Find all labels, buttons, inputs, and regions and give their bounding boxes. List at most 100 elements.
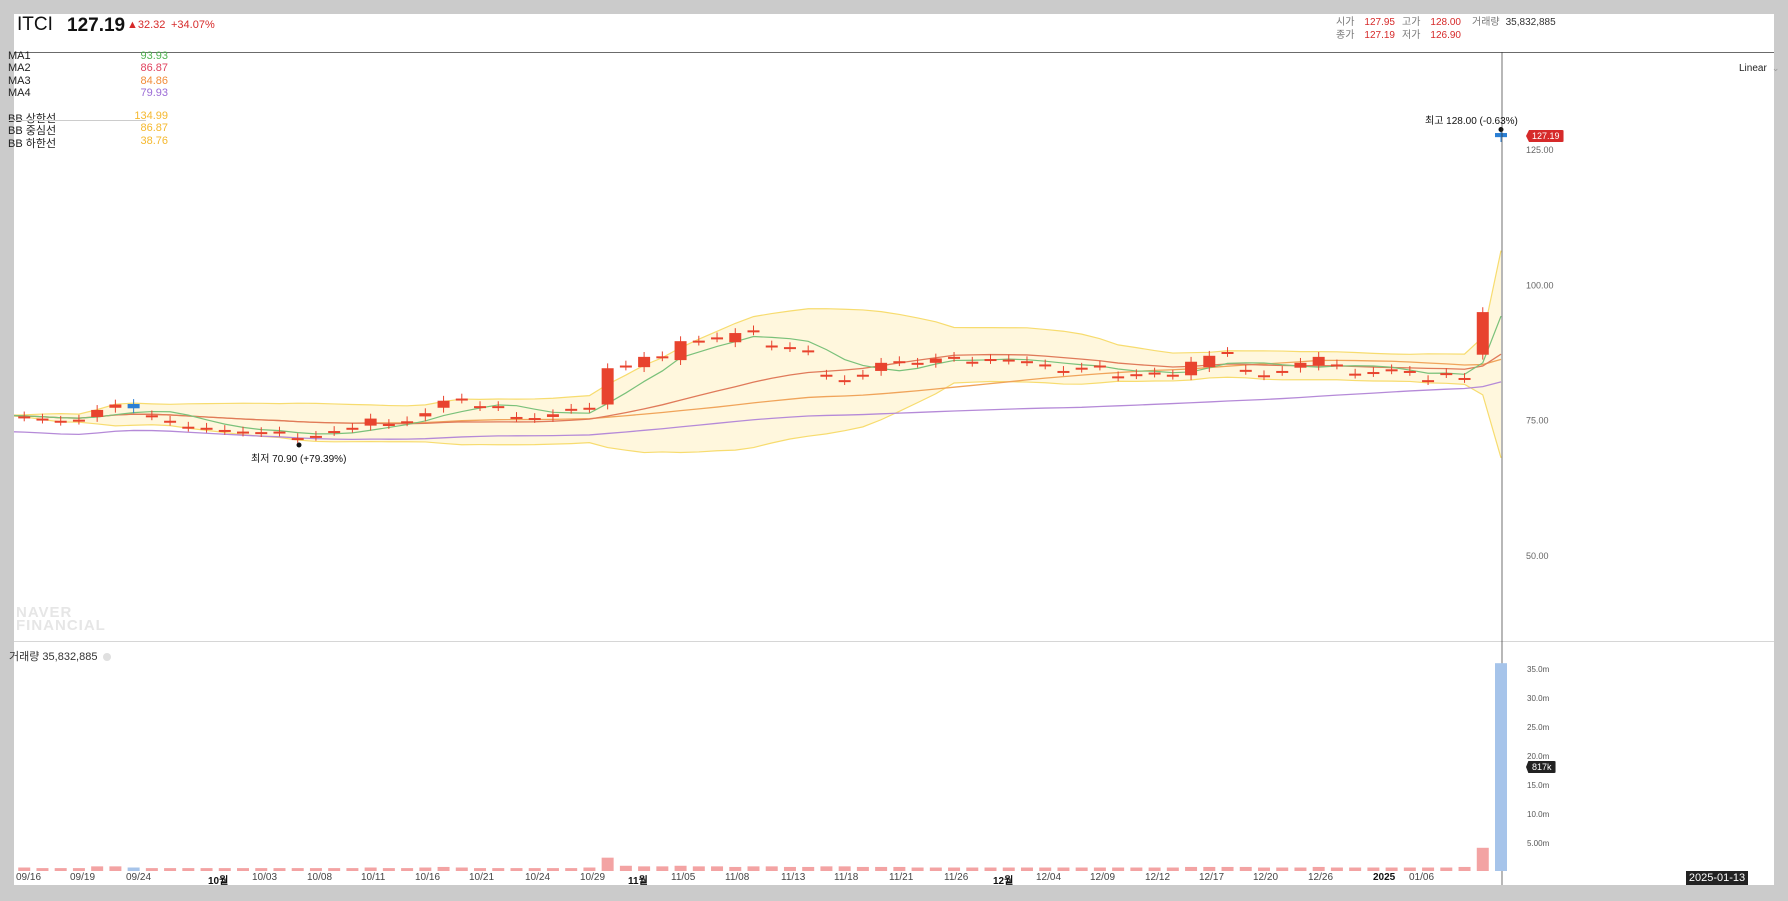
x-tick-label: 12/04	[1036, 872, 1062, 883]
candle-body	[546, 414, 559, 417]
volume-bar	[401, 868, 414, 871]
candle-body	[692, 340, 705, 343]
candle-body	[36, 418, 49, 421]
candle-body	[1476, 312, 1489, 355]
volume-bar	[1112, 867, 1125, 871]
candle-body	[255, 432, 268, 435]
x-tick-label: 2025	[1373, 872, 1396, 883]
last-volume-badge: 817k	[1526, 761, 1556, 773]
candle-body	[1312, 356, 1325, 366]
candle-body	[328, 431, 341, 434]
candle-body	[510, 416, 523, 419]
volume-bar	[838, 866, 851, 871]
volume-bar	[674, 865, 687, 871]
candle-body	[54, 420, 67, 423]
candle-body	[984, 359, 997, 362]
candle-body	[200, 427, 213, 430]
volume-bar	[492, 868, 505, 871]
candle-body	[802, 350, 815, 353]
volume-bar	[1367, 867, 1380, 871]
candle-body	[1403, 370, 1416, 373]
right-frame	[1774, 14, 1788, 901]
volume-bar	[565, 868, 578, 871]
candle-body	[145, 415, 158, 418]
candle-body	[729, 333, 742, 343]
volume-bar	[328, 868, 341, 871]
candle-body	[127, 403, 140, 409]
volume-bar	[1185, 866, 1198, 871]
x-tick-label: 11/18	[834, 872, 859, 883]
x-tick-label: 10/11	[361, 872, 386, 883]
candle-body	[291, 438, 304, 441]
volume-bar	[948, 867, 961, 871]
candle-body	[1203, 355, 1216, 368]
volume-bar	[510, 868, 523, 871]
volume-bar	[291, 868, 304, 871]
candle-body	[1057, 370, 1070, 373]
x-tick-label: 12/17	[1199, 872, 1225, 883]
candle-body	[875, 362, 888, 371]
volume-bar	[911, 867, 924, 871]
candle-body	[401, 421, 414, 424]
candle-body	[18, 416, 31, 419]
high-marker-dot	[1498, 127, 1504, 133]
volume-bar	[619, 865, 632, 871]
volume-bar	[984, 867, 997, 871]
candle-body	[182, 426, 195, 429]
candle-body	[893, 361, 906, 364]
candle-body	[109, 404, 122, 408]
volume-bar	[802, 866, 815, 871]
candle-body	[1039, 364, 1052, 367]
volume-tick-label: 30.0m	[1527, 694, 1550, 703]
volume-bar	[1130, 867, 1143, 871]
volume-bar	[711, 866, 724, 871]
volume-bar	[1148, 867, 1161, 871]
candle-body	[237, 431, 250, 434]
volume-bar	[127, 867, 140, 871]
candle-body	[346, 427, 359, 430]
candle-body	[1257, 375, 1270, 378]
volume-bar	[747, 866, 760, 871]
volume-bar	[364, 867, 377, 871]
candle-body	[619, 365, 632, 368]
volume-bar	[1221, 866, 1234, 871]
volume-bar	[692, 866, 705, 871]
x-tick-label: 11/13	[781, 872, 806, 883]
volume-bar	[1440, 867, 1453, 871]
volume-bar	[1020, 867, 1033, 871]
candle-body	[601, 368, 614, 405]
volume-bar	[1330, 867, 1343, 871]
x-tick-label: 10/21	[469, 872, 495, 883]
volume-bar	[419, 867, 432, 871]
candle-body	[674, 341, 687, 361]
volume-bar	[783, 866, 796, 871]
candle-body	[838, 380, 851, 383]
candle-body	[638, 356, 651, 368]
volume-bar	[1239, 866, 1252, 871]
volume-bar	[1257, 867, 1270, 871]
x-tick-label: 11월	[628, 876, 648, 887]
volume-bar	[1349, 867, 1362, 871]
x-tick-label: 10월	[208, 876, 229, 887]
low-annotation: 최저 70.90 (+79.39%)	[251, 454, 347, 465]
volume-bar	[200, 868, 213, 871]
x-tick-label: 12월	[993, 876, 1014, 887]
volume-bar	[182, 868, 195, 871]
candle-body	[364, 418, 377, 426]
x-tick-label: 10/03	[252, 872, 278, 883]
candle-body	[1349, 373, 1362, 376]
candle-body	[856, 374, 869, 377]
candle-body	[91, 409, 104, 417]
bottom-frame	[0, 885, 1788, 901]
x-tick-label: 09/16	[16, 872, 42, 883]
x-tick-label: 09/19	[70, 872, 96, 883]
volume-bar	[474, 868, 487, 871]
volume-bar	[856, 866, 869, 871]
candle-body	[164, 420, 177, 423]
volume-bar	[36, 868, 49, 871]
volume-bar	[656, 866, 669, 871]
candle-body	[1112, 376, 1125, 379]
volume-bar	[638, 866, 651, 871]
x-tick-label: 10/24	[525, 872, 551, 883]
candle-body	[1276, 370, 1289, 373]
